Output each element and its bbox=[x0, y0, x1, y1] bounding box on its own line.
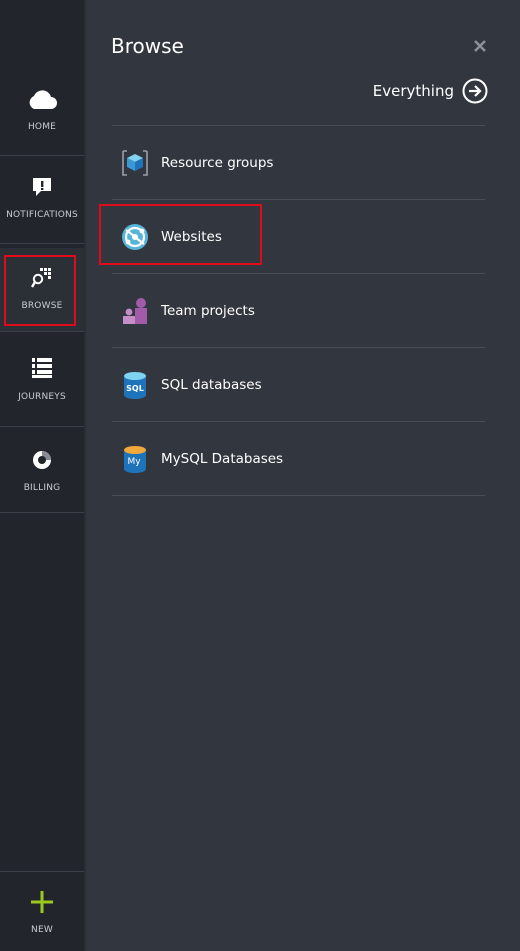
nav-home-label: HOME bbox=[27, 122, 57, 132]
list-item-resource-groups[interactable]: Resource groups bbox=[112, 126, 485, 199]
divider bbox=[112, 495, 485, 496]
billing-icon bbox=[33, 451, 51, 469]
websites-icon bbox=[122, 223, 148, 250]
nav-journeys-label: JOURNEYS bbox=[18, 392, 66, 402]
list-item-mysql-databases[interactable]: My MySQL Databases bbox=[112, 422, 485, 495]
list-item-sql-databases[interactable]: SQL SQL databases bbox=[112, 348, 485, 421]
nav-billing-label: BILLING bbox=[23, 483, 61, 493]
nav-browse[interactable]: BROWSE bbox=[0, 248, 84, 332]
browse-icon bbox=[31, 268, 51, 288]
list-item-team-projects[interactable]: Team projects bbox=[112, 274, 485, 347]
everything-link[interactable]: Everything bbox=[373, 78, 488, 104]
mysql-database-icon: My bbox=[124, 445, 146, 473]
list-item-label: Websites bbox=[161, 228, 222, 245]
sql-badge: SQL bbox=[126, 384, 144, 393]
list-item-websites[interactable]: Websites bbox=[112, 200, 485, 273]
close-button[interactable] bbox=[472, 38, 488, 54]
notification-icon bbox=[33, 178, 51, 196]
plus-icon bbox=[31, 891, 53, 913]
list-item-label: Resource groups bbox=[161, 154, 274, 171]
panel-title: Browse bbox=[111, 34, 184, 58]
close-icon bbox=[474, 40, 486, 52]
journeys-icon bbox=[32, 358, 52, 378]
browse-panel: Browse Everything Resource groups Websit… bbox=[87, 0, 520, 951]
list-item-label: MySQL Databases bbox=[161, 450, 284, 467]
left-nav-rail: HOME NOTIFICATIONS BROWSE JOURNEYS BILLI… bbox=[0, 0, 84, 951]
nav-notifications[interactable]: NOTIFICATIONS bbox=[0, 157, 84, 244]
everything-label: Everything bbox=[372, 82, 454, 100]
browse-list: Resource groups Websites Team projects S… bbox=[112, 125, 485, 496]
new-button[interactable]: NEW bbox=[0, 871, 84, 951]
nav-journeys[interactable]: JOURNEYS bbox=[0, 336, 84, 427]
new-label: NEW bbox=[31, 925, 53, 935]
cloud-icon bbox=[29, 90, 57, 109]
list-item-label: SQL databases bbox=[161, 376, 262, 393]
nav-notifications-label: NOTIFICATIONS bbox=[6, 210, 78, 220]
nav-browse-label: BROWSE bbox=[21, 301, 63, 311]
list-item-label: Team projects bbox=[161, 302, 255, 319]
team-projects-icon bbox=[123, 297, 147, 324]
mysql-badge: My bbox=[127, 457, 141, 467]
sql-database-icon: SQL bbox=[124, 371, 146, 399]
nav-home[interactable]: HOME bbox=[0, 66, 84, 156]
resource-groups-icon bbox=[122, 149, 148, 176]
arrow-right-circle-icon bbox=[462, 78, 488, 104]
nav-billing[interactable]: BILLING bbox=[0, 428, 84, 513]
